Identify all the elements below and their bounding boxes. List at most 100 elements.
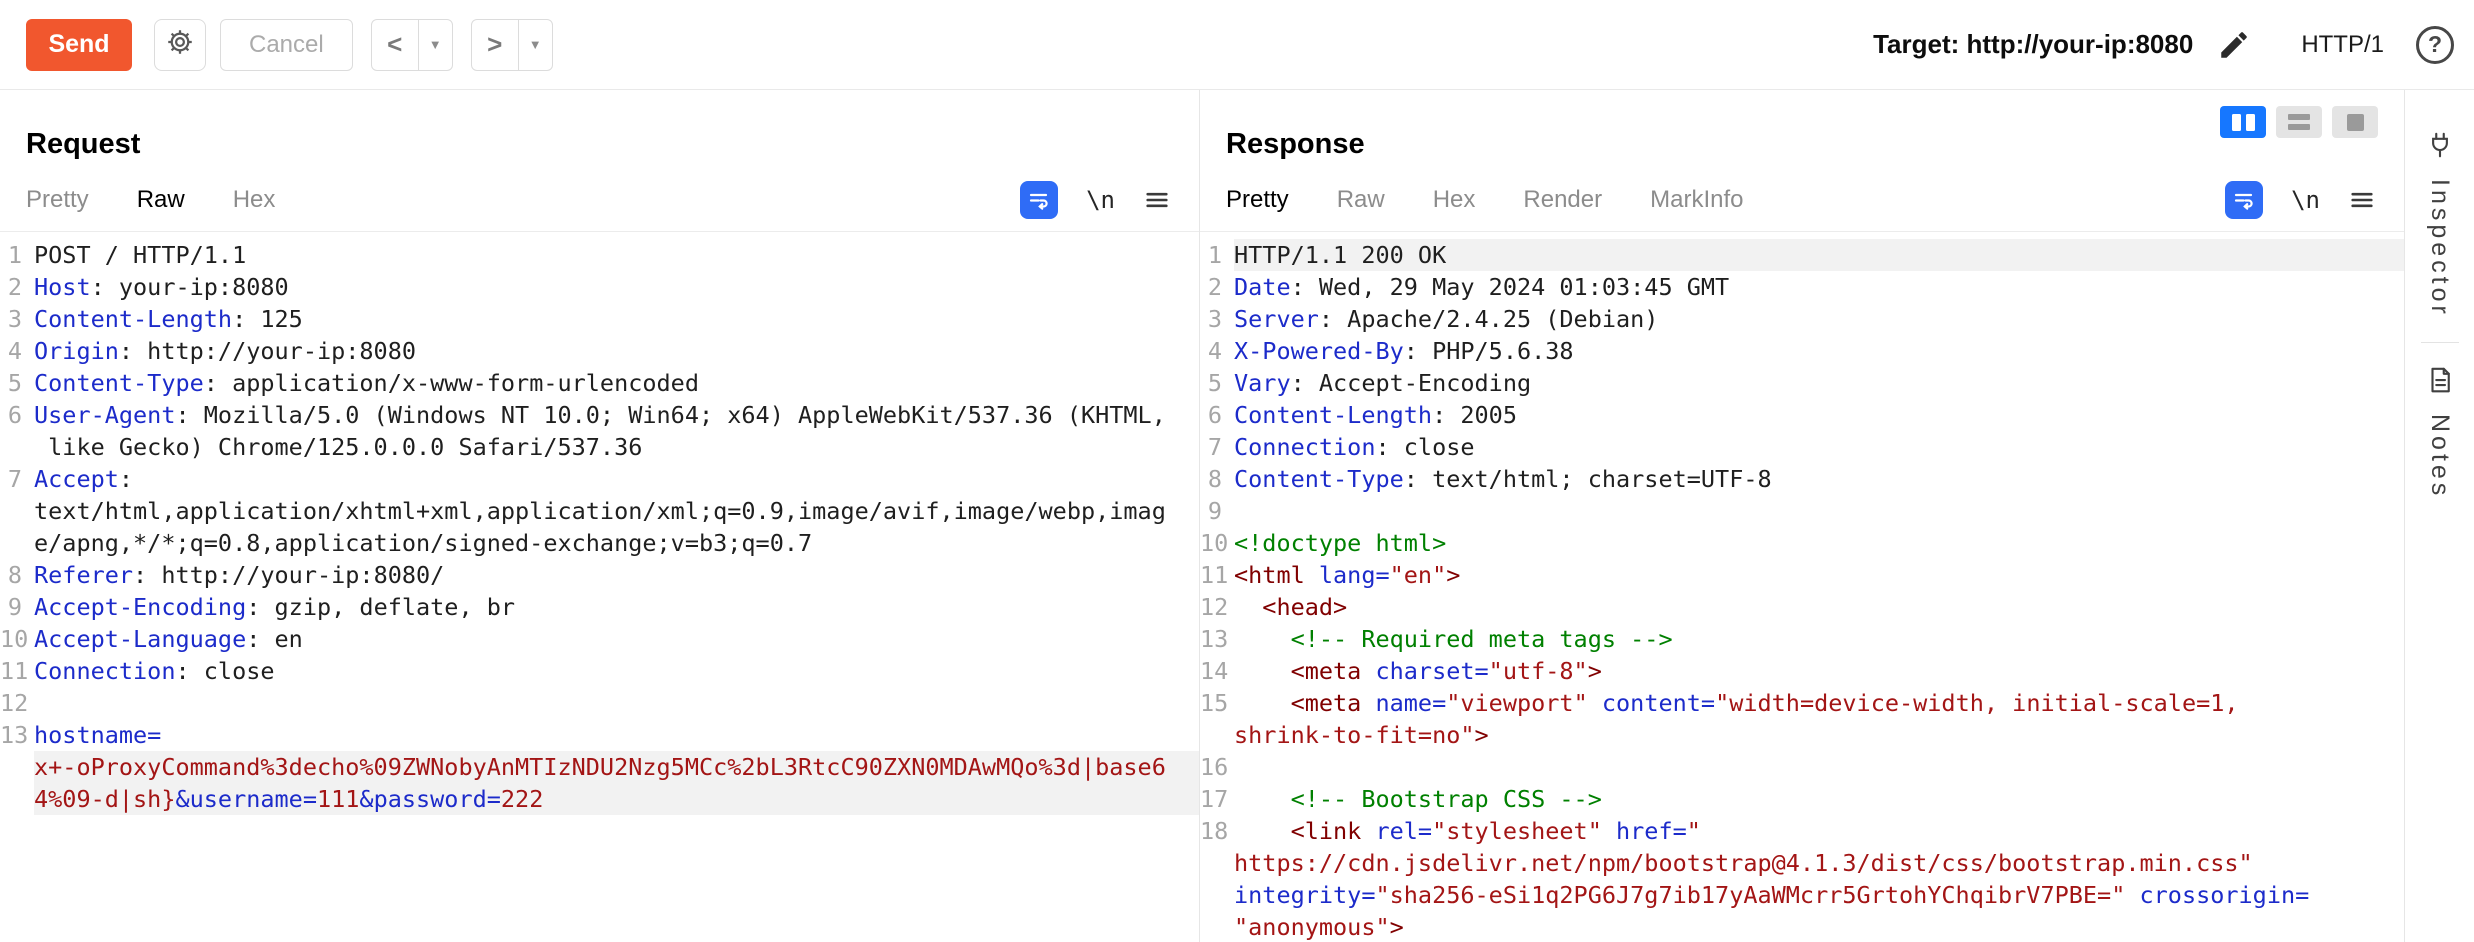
forward-button[interactable]: > <box>472 20 518 70</box>
single-layout-button[interactable] <box>2332 106 2378 138</box>
code-text[interactable]: Vary: Accept-Encoding <box>1234 367 2404 399</box>
code-text[interactable]: Server: Apache/2.4.25 (Debian) <box>1234 303 2404 335</box>
code-text[interactable]: text/html,application/xhtml+xml,applicat… <box>34 495 1199 527</box>
tab-markinfo[interactable]: MarkInfo <box>1650 186 1743 214</box>
tab-hex[interactable]: Hex <box>1433 186 1476 214</box>
settings-button[interactable] <box>154 18 206 71</box>
code-text[interactable] <box>1234 751 2404 783</box>
editor-row[interactable]: 8 Referer: http://your-ip:8080/ <box>0 559 1199 591</box>
code-text[interactable]: Content-Type: text/html; charset=UTF-8 <box>1234 463 2404 495</box>
forward-dropdown-caret-icon[interactable]: ▼ <box>517 19 552 70</box>
response-editor-menu-button[interactable] <box>2348 186 2376 214</box>
editor-row[interactable]: 3 Content-Length: 125 <box>0 303 1199 335</box>
tab-hex[interactable]: Hex <box>233 186 276 214</box>
response-editor[interactable]: 1 HTTP/1.1 200 OK 2 Date: Wed, 29 May 2024 … <box>1200 232 2404 942</box>
editor-row[interactable]: 5 Content-Type: application/x-www-form-ur… <box>0 367 1199 399</box>
code-text[interactable]: https://cdn.jsdelivr.net/npm/bootstrap@4… <box>1234 847 2404 879</box>
code-text[interactable]: shrink-to-fit=no"> <box>1234 719 2404 751</box>
code-text[interactable]: <meta charset="utf-8"> <box>1234 655 2404 687</box>
back-button[interactable]: < <box>372 20 418 70</box>
editor-row[interactable]: 14 <meta charset="utf-8"> <box>1200 655 2404 687</box>
http-version-selector[interactable]: HTTP/1 <box>2301 31 2384 59</box>
editor-row[interactable]: 7 Accept: <box>0 463 1199 495</box>
cancel-button[interactable]: Cancel <box>220 18 353 71</box>
tab-raw[interactable]: Raw <box>137 186 185 214</box>
editor-row[interactable]: 4%09-d|sh}&username=111&password=222 <box>0 783 1199 815</box>
help-button[interactable]: ? <box>2416 25 2454 64</box>
editor-row[interactable]: e/apng,*/*;q=0.8,application/signed-exch… <box>0 527 1199 559</box>
editor-row[interactable]: 15 <meta name="viewport" content="width=… <box>1200 687 2404 719</box>
tab-pretty[interactable]: Pretty <box>1226 186 1289 214</box>
editor-row[interactable]: 17 <!-- Bootstrap CSS --> <box>1200 783 2404 815</box>
code-text[interactable]: <html lang="en"> <box>1234 559 2404 591</box>
rail-tab-inspector[interactable]: Inspector <box>2405 90 2474 318</box>
editor-row[interactable]: 9 Accept-Encoding: gzip, deflate, br <box>0 591 1199 623</box>
editor-row[interactable]: 12 <head> <box>1200 591 2404 623</box>
editor-row[interactable]: 5 Vary: Accept-Encoding <box>1200 367 2404 399</box>
editor-row[interactable]: 18 <link rel="stylesheet" href=" <box>1200 815 2404 847</box>
editor-row[interactable]: https://cdn.jsdelivr.net/npm/bootstrap@4… <box>1200 847 2404 879</box>
request-word-wrap-toggle[interactable] <box>1020 180 1059 219</box>
editor-row[interactable]: 11 <html lang="en"> <box>1200 559 2404 591</box>
editor-row[interactable]: 10 <!doctype html> <box>1200 527 2404 559</box>
editor-row[interactable]: 6 Content-Length: 2005 <box>1200 399 2404 431</box>
response-newline-toggle[interactable]: \n <box>2291 186 2320 214</box>
editor-row[interactable]: 8 Content-Type: text/html; charset=UTF-8 <box>1200 463 2404 495</box>
code-text[interactable] <box>1234 495 2404 527</box>
response-word-wrap-toggle[interactable] <box>2225 180 2264 219</box>
code-text[interactable]: <link rel="stylesheet" href=" <box>1234 815 2404 847</box>
editor-row[interactable]: 4 Origin: http://your-ip:8080 <box>0 335 1199 367</box>
editor-row[interactable]: shrink-to-fit=no"> <box>1200 719 2404 751</box>
editor-row[interactable]: 10 Accept-Language: en <box>0 623 1199 655</box>
back-dropdown-caret-icon[interactable]: ▼ <box>417 19 452 70</box>
code-text[interactable]: Accept-Language: en <box>34 623 1199 655</box>
code-text[interactable]: Referer: http://your-ip:8080/ <box>34 559 1199 591</box>
editor-row[interactable]: 6 User-Agent: Mozilla/5.0 (Windows NT 10.… <box>0 399 1199 431</box>
code-text[interactable]: <!-- Required meta tags --> <box>1234 623 2404 655</box>
editor-row[interactable]: 12 <box>0 687 1199 719</box>
code-text[interactable]: Content-Type: application/x-www-form-url… <box>34 367 1199 399</box>
code-text[interactable]: HTTP/1.1 200 OK <box>1234 239 2404 271</box>
code-text[interactable]: X-Powered-By: PHP/5.6.38 <box>1234 335 2404 367</box>
editor-row[interactable]: integrity="sha256-eSi1q2PG6J7g7ib17yAaWM… <box>1200 879 2404 911</box>
tab-raw[interactable]: Raw <box>1337 186 1385 214</box>
code-text[interactable]: Connection: close <box>1234 431 2404 463</box>
code-text[interactable]: x+-oProxyCommand%3decho%09ZWNobyAnMTIzND… <box>34 751 1199 783</box>
editor-row[interactable]: 13 hostname= <box>0 719 1199 751</box>
editor-row[interactable]: 13 <!-- Required meta tags --> <box>1200 623 2404 655</box>
editor-row[interactable]: 7 Connection: close <box>1200 431 2404 463</box>
code-text[interactable]: Connection: close <box>34 655 1199 687</box>
code-text[interactable]: integrity="sha256-eSi1q2PG6J7g7ib17yAaWM… <box>1234 879 2404 911</box>
editor-row[interactable]: like Gecko) Chrome/125.0.0.0 Safari/537.… <box>0 431 1199 463</box>
code-text[interactable]: Date: Wed, 29 May 2024 01:03:45 GMT <box>1234 271 2404 303</box>
code-text[interactable]: Content-Length: 2005 <box>1234 399 2404 431</box>
code-text[interactable]: Content-Length: 125 <box>34 303 1199 335</box>
tab-pretty[interactable]: Pretty <box>26 186 89 214</box>
editor-row[interactable]: 1 POST / HTTP/1.1 <box>0 239 1199 271</box>
editor-row[interactable]: "anonymous"> <box>1200 911 2404 942</box>
code-text[interactable]: POST / HTTP/1.1 <box>34 239 1199 271</box>
code-text[interactable]: Accept: <box>34 463 1199 495</box>
tab-render[interactable]: Render <box>1523 186 1602 214</box>
editor-row[interactable]: 4 X-Powered-By: PHP/5.6.38 <box>1200 335 2404 367</box>
editor-row[interactable]: x+-oProxyCommand%3decho%09ZWNobyAnMTIzND… <box>0 751 1199 783</box>
code-text[interactable]: <meta name="viewport" content="width=dev… <box>1234 687 2404 719</box>
editor-row[interactable]: 11 Connection: close <box>0 655 1199 687</box>
code-text[interactable]: 4%09-d|sh}&username=111&password=222 <box>34 783 1199 815</box>
editor-row[interactable]: text/html,application/xhtml+xml,applicat… <box>0 495 1199 527</box>
edit-target-button[interactable] <box>2217 28 2251 62</box>
editor-row[interactable]: 3 Server: Apache/2.4.25 (Debian) <box>1200 303 2404 335</box>
code-text[interactable]: <head> <box>1234 591 2404 623</box>
code-text[interactable]: "anonymous"> <box>1234 911 2404 942</box>
request-newline-toggle[interactable]: \n <box>1086 186 1115 214</box>
code-text[interactable]: User-Agent: Mozilla/5.0 (Windows NT 10.0… <box>34 399 1199 431</box>
editor-row[interactable]: 2 Date: Wed, 29 May 2024 01:03:45 GMT <box>1200 271 2404 303</box>
send-button[interactable]: Send <box>26 18 132 71</box>
request-editor-menu-button[interactable] <box>1143 186 1171 214</box>
code-text[interactable]: Accept-Encoding: gzip, deflate, br <box>34 591 1199 623</box>
code-text[interactable]: Origin: http://your-ip:8080 <box>34 335 1199 367</box>
code-text[interactable]: <!-- Bootstrap CSS --> <box>1234 783 2404 815</box>
code-text[interactable] <box>34 687 1199 719</box>
editor-row[interactable]: 9 <box>1200 495 2404 527</box>
editor-row[interactable]: 2 Host: your-ip:8080 <box>0 271 1199 303</box>
